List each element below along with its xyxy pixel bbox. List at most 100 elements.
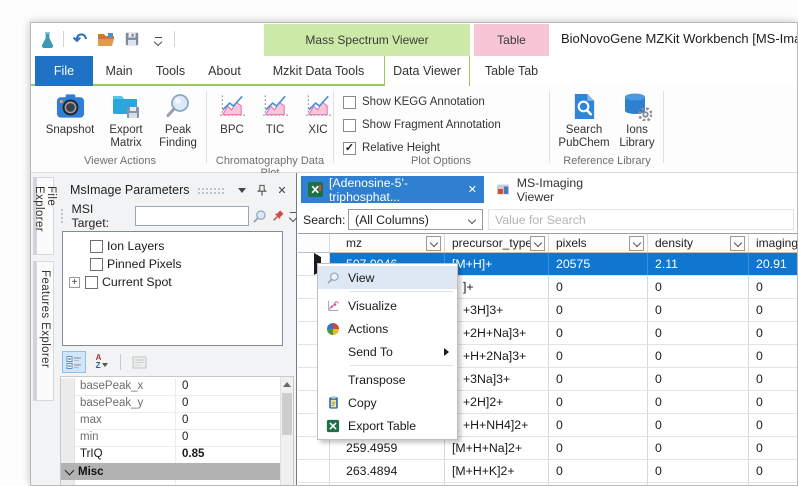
cell-pixels[interactable]: 0 — [549, 276, 648, 298]
cell-precursor-type[interactable]: +2H+Na]3+ — [445, 322, 549, 344]
property-row[interactable]: TrIQ 0.85 — [61, 446, 281, 464]
property-row[interactable] — [61, 480, 281, 486]
pane-pin-button[interactable] — [254, 182, 270, 198]
cell-precursor-type[interactable]: ]+ — [445, 276, 549, 298]
pane-header[interactable]: MsImage Parameters ✕ — [58, 179, 294, 201]
property-grid-scrollbar[interactable] — [280, 377, 293, 486]
filter-button[interactable] — [426, 236, 441, 251]
menu-item-export-table[interactable]: Export Table — [318, 414, 457, 437]
tree-item-pinned-pixels[interactable]: Pinned Pixels — [90, 255, 182, 273]
snapshot-button[interactable]: Snapshot — [41, 88, 99, 137]
menu-item-transpose[interactable]: Transpose — [318, 368, 457, 391]
cell-precursor-type[interactable]: [M+H+Na]2+ — [445, 437, 549, 459]
tab-table-tab[interactable]: Table Tab — [474, 56, 549, 86]
save-button[interactable] — [122, 29, 142, 49]
categorized-view-button[interactable] — [62, 351, 86, 373]
open-file-button[interactable] — [96, 29, 116, 49]
cell-precursor-type[interactable]: +3H]3+ — [445, 299, 549, 321]
tab-data-viewer[interactable]: Data Viewer — [384, 56, 470, 86]
pane-menu-button[interactable] — [234, 182, 250, 198]
export-matrix-button[interactable]: Export Matrix — [99, 88, 153, 150]
cell-density[interactable]: 0 — [648, 391, 749, 413]
scrollbar-thumb[interactable] — [282, 393, 292, 435]
cell-imaging[interactable]: 0 — [749, 391, 797, 413]
cell-precursor-type[interactable]: +2H]2+ — [445, 391, 549, 413]
cell-pixels[interactable]: 20575 — [549, 253, 648, 275]
checkbox-box[interactable] — [90, 258, 103, 271]
row-selector-cell[interactable] — [298, 483, 330, 485]
menu-item-actions[interactable]: Actions — [318, 317, 457, 340]
checkbox-show-kegg-annotation[interactable]: ✓ Show KEGG Annotation — [343, 94, 485, 110]
cell-pixels[interactable]: 0 — [549, 437, 648, 459]
filter-button[interactable] — [730, 236, 745, 251]
close-icon[interactable]: ✕ — [468, 183, 477, 196]
cell-density[interactable]: 0 — [648, 299, 749, 321]
checkbox-show-fragment-annotation[interactable]: ✓ Show Fragment Annotation — [343, 117, 501, 133]
row-selector-cell[interactable] — [298, 460, 330, 482]
table-row[interactable]: 259.4959 [M+H+Na]2+ 0 0 0 — [298, 437, 797, 460]
column-header-precursor-type[interactable]: precursor_type — [445, 234, 549, 252]
cell-imaging[interactable]: 20.91 — [749, 253, 797, 275]
bpc-button[interactable]: BPC — [212, 88, 252, 137]
search-value-input[interactable] — [488, 209, 794, 230]
cell-pixels[interactable]: 0 — [549, 368, 648, 390]
doc-tab-ms-imaging-viewer[interactable]: MS-Imaging Viewer — [488, 176, 630, 203]
cell-precursor-type[interactable]: +H+NH4]2+ — [445, 414, 549, 436]
doc-tab-adenosine[interactable]: [Adenosine-5'-triphosphat... ✕ — [301, 176, 484, 203]
tab-file[interactable]: File — [35, 56, 93, 86]
cell-density[interactable]: 0 — [648, 368, 749, 390]
msi-pin-button[interactable] — [270, 207, 286, 225]
property-pages-button[interactable] — [127, 351, 151, 373]
cell-imaging[interactable]: 0 — [749, 322, 797, 344]
cell-pixels[interactable]: 0 — [549, 299, 648, 321]
tab-about[interactable]: About — [196, 56, 253, 86]
msi-target-input[interactable] — [135, 206, 249, 226]
cell-imaging[interactable]: 0 — [749, 299, 797, 321]
cell-precursor-type[interactable]: [M+H]+ — [445, 253, 549, 275]
column-header-mz[interactable]: mz — [330, 234, 445, 252]
cell-density[interactable]: 0 — [648, 460, 749, 482]
cell-precursor-type[interactable]: +H+2Na]3+ — [445, 345, 549, 367]
cell-imaging[interactable]: 0 — [749, 368, 797, 390]
cell-imaging[interactable]: 0 — [749, 345, 797, 367]
xic-button[interactable]: XIC — [298, 88, 338, 137]
tab-mzkit-data-tools[interactable]: Mzkit Data Tools — [253, 56, 384, 86]
cell-density[interactable]: 0 — [648, 345, 749, 367]
menu-item-visualize[interactable]: Visualize — [318, 294, 457, 317]
checkbox-box[interactable] — [90, 240, 103, 253]
menu-item-send-to[interactable]: Send To — [318, 340, 457, 363]
property-value[interactable]: 0 — [176, 429, 281, 446]
ions-library-button[interactable]: Ions Library — [612, 88, 662, 150]
cell-imaging[interactable]: 0 — [749, 276, 797, 298]
cell-pixels[interactable]: 0 — [549, 391, 648, 413]
cell-pixels[interactable]: 0 — [549, 345, 648, 367]
cell-density[interactable]: 0 — [648, 322, 749, 344]
cell-mz[interactable]: 263.4894 — [330, 460, 445, 482]
peak-finding-button[interactable]: Peak Finding — [153, 88, 203, 150]
property-category-misc[interactable]: Misc — [61, 463, 281, 480]
sidebar-tab-features-explorer[interactable]: Features Explorer — [33, 261, 54, 401]
property-value[interactable]: 0 — [176, 395, 281, 412]
search-column-selector[interactable]: (All Columns) — [348, 209, 483, 230]
sidebar-tab-file-explorer[interactable]: File Explorer — [33, 177, 54, 255]
tree-item-current-spot[interactable]: + Current Spot — [69, 273, 172, 291]
undo-button[interactable]: ↶ — [70, 29, 90, 49]
checkbox-box[interactable]: ✓ — [343, 119, 356, 132]
cell-pixels[interactable]: 0 — [549, 414, 648, 436]
cell-density[interactable]: 0 — [648, 414, 749, 436]
toolbar-overflow-button[interactable] — [290, 212, 296, 221]
cell-density[interactable]: 0 — [648, 437, 749, 459]
table-row[interactable]: 263.4894 [M+H+K]2+ 0 0 0 — [298, 460, 797, 483]
checkbox-box[interactable]: ✓ — [343, 142, 356, 155]
checkbox-relative-height[interactable]: ✓ Relative Height — [343, 140, 440, 156]
tab-main[interactable]: Main — [93, 56, 145, 86]
column-header-imaging[interactable]: imaging_sc — [749, 234, 797, 252]
property-row[interactable]: max 0 — [61, 412, 281, 430]
expand-plus-icon[interactable]: + — [69, 277, 80, 288]
msi-search-button[interactable] — [251, 207, 267, 225]
tic-button[interactable]: TIC — [255, 88, 295, 137]
checkbox-box[interactable]: ✓ — [343, 96, 356, 109]
menu-item-copy[interactable]: Copy — [318, 391, 457, 414]
cell-precursor-type[interactable]: [M+H+K]2+ — [445, 460, 549, 482]
row-selector-cell[interactable] — [298, 437, 330, 459]
